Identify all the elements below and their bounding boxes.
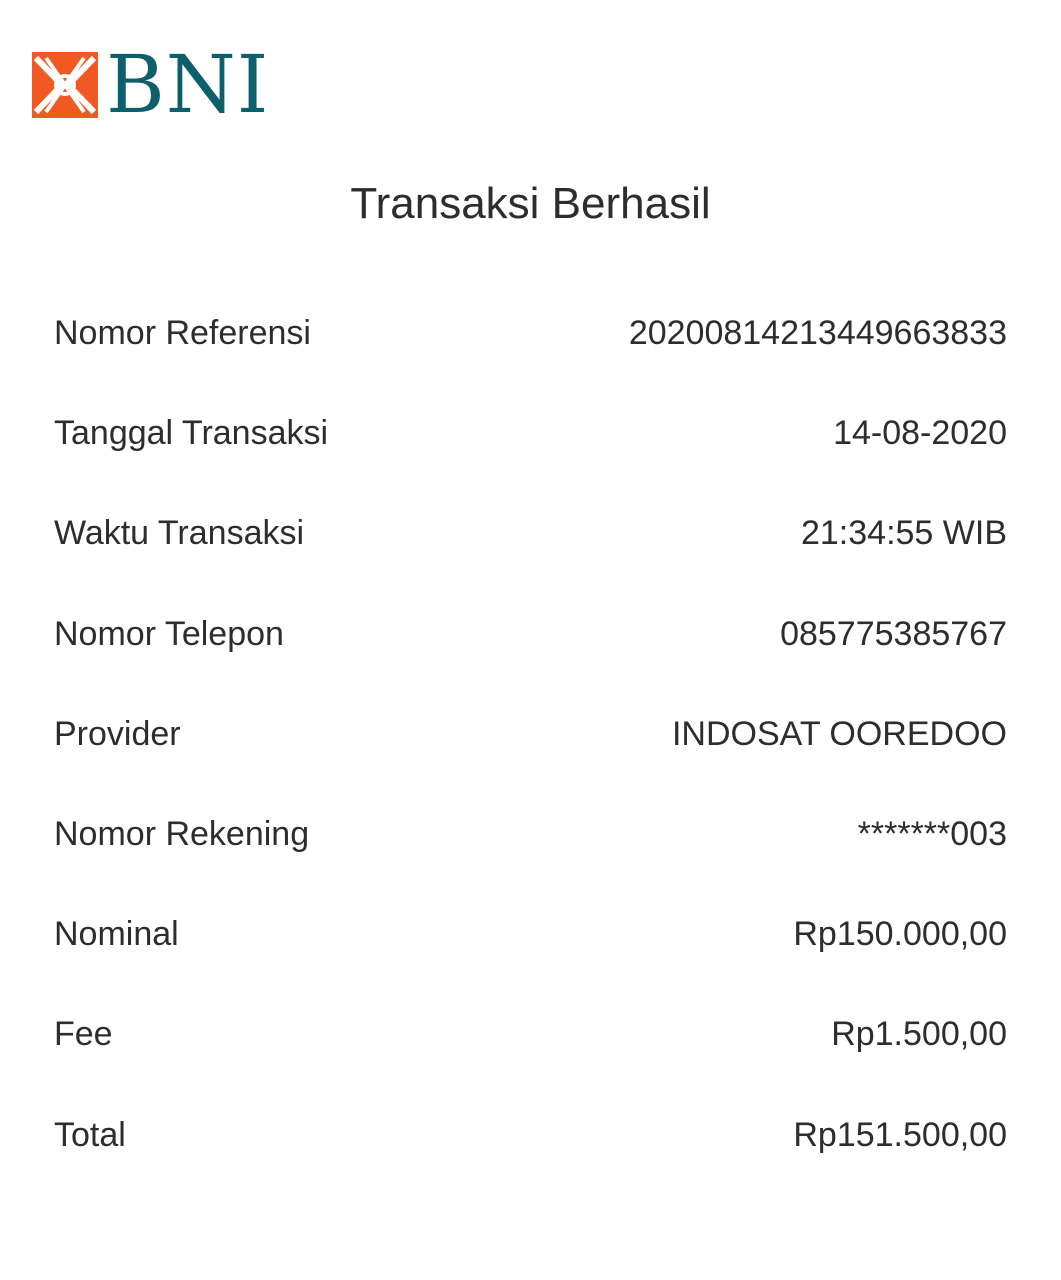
detail-label: Provider bbox=[54, 714, 181, 753]
detail-value: 14-08-2020 bbox=[833, 414, 1007, 453]
detail-row-provider: Provider INDOSAT OOREDOO bbox=[54, 705, 1007, 805]
detail-label: Tanggal Transaksi bbox=[54, 414, 329, 453]
detail-row-total: Total Rp151.500,00 bbox=[54, 1106, 1007, 1206]
detail-label: Nomor Referensi bbox=[54, 314, 311, 352]
detail-row-reference-number: Nomor Referensi 20200814213449663833 bbox=[54, 304, 1007, 404]
detail-row-nominal: Nominal Rp150.000,00 bbox=[54, 905, 1007, 1005]
detail-label: Waktu Transaksi bbox=[54, 514, 305, 553]
detail-label: Total bbox=[54, 1115, 126, 1154]
bni-logo-icon bbox=[32, 52, 98, 118]
detail-row-transaction-time: Waktu Transaksi 21:34:55 WIB bbox=[54, 504, 1007, 604]
detail-row-account-number: Nomor Rekening *******003 bbox=[54, 805, 1007, 905]
detail-row-fee: Fee Rp1.500,00 bbox=[54, 1005, 1007, 1105]
detail-value: INDOSAT OOREDOO bbox=[671, 714, 1007, 753]
detail-label: Nomor Rekening bbox=[54, 814, 310, 853]
detail-value: 20200814213449663833 bbox=[628, 314, 1007, 352]
detail-value: Rp151.500,00 bbox=[793, 1115, 1007, 1154]
bni-logo: BNI bbox=[32, 38, 270, 131]
detail-label: Nomor Telepon bbox=[54, 614, 284, 653]
detail-row-transaction-date: Tanggal Transaksi 14-08-2020 bbox=[54, 404, 1007, 504]
detail-label: Nominal bbox=[54, 915, 179, 954]
detail-label: Fee bbox=[54, 1015, 113, 1054]
detail-value: Rp1.500,00 bbox=[831, 1015, 1007, 1054]
detail-value: 21:34:55 WIB bbox=[800, 514, 1007, 553]
detail-value: *******003 bbox=[857, 814, 1007, 853]
detail-value: Rp150.000,00 bbox=[793, 915, 1007, 954]
detail-row-phone-number: Nomor Telepon 085775385767 bbox=[54, 605, 1007, 705]
transaction-details: Nomor Referensi 20200814213449663833 Tan… bbox=[54, 304, 1007, 1206]
bni-logo-text: BNI bbox=[106, 38, 270, 131]
page-title: Transaksi Berhasil bbox=[350, 179, 711, 228]
detail-value: 085775385767 bbox=[780, 614, 1007, 653]
